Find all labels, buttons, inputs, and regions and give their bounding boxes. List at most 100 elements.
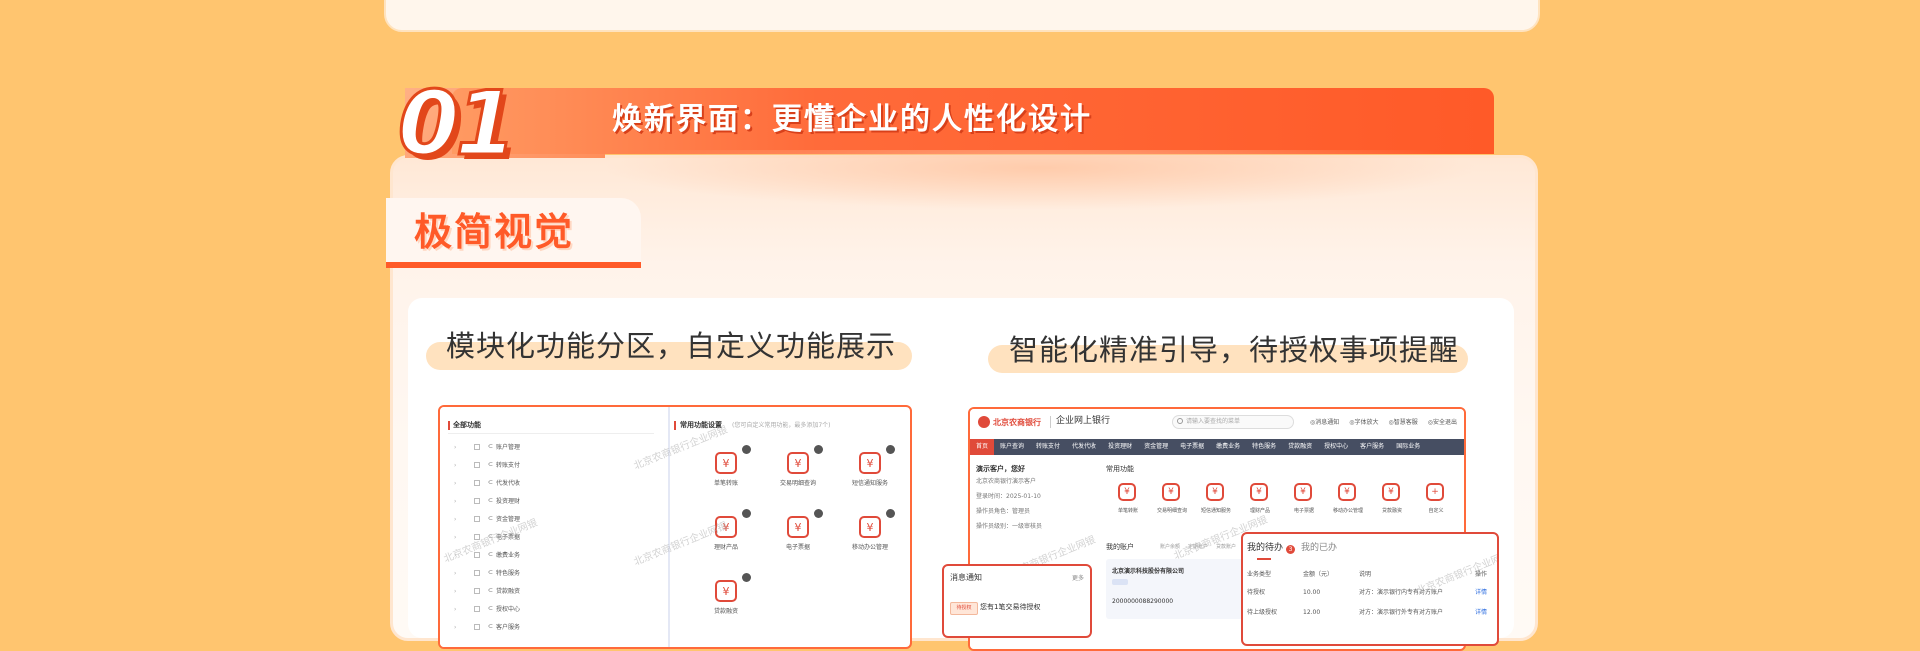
portal-header: 北京农商银行 企业网上银行 请输入要查找的菜单 ◎消息通知 ◎字体放大 ◎智慧客服 ◎…: [970, 409, 1464, 435]
header-link[interactable]: ◎智慧客服: [1389, 418, 1418, 427]
function-item[interactable]: + 自定义: [1414, 481, 1458, 527]
message-more-link[interactable]: 更多: [1072, 574, 1084, 583]
message-label: 消息通知: [950, 573, 982, 582]
tree-item[interactable]: › ⊂ 特色服务: [454, 567, 654, 581]
tree-item[interactable]: › ⊂ 账户管理: [454, 441, 654, 455]
checkbox[interactable]: [474, 624, 480, 630]
function-label: 理财产品: [713, 544, 738, 551]
function-item[interactable]: ¥ 电子票据: [768, 509, 828, 561]
function-icon: ¥: [1250, 483, 1268, 501]
nav-item[interactable]: 转账支付: [1030, 439, 1066, 455]
nav-item[interactable]: 首页: [970, 439, 995, 455]
remove-icon[interactable]: [742, 573, 751, 582]
remove-icon[interactable]: [886, 509, 895, 518]
table-cell: 待上级授权: [1247, 609, 1278, 616]
function-icon: +: [1426, 483, 1444, 501]
tree-item-label: 转账支付: [496, 462, 521, 469]
nav-item[interactable]: 国际业务: [1390, 439, 1426, 455]
tree-item[interactable]: › ⊂ 缴费业务: [454, 549, 654, 563]
checkbox[interactable]: [474, 570, 480, 576]
checkbox[interactable]: [474, 480, 480, 486]
expand-icon: ⊂: [488, 551, 494, 558]
remove-icon[interactable]: [886, 445, 895, 454]
common-functions-hint: (您可自定义常用功能，最多添加7个): [732, 422, 831, 429]
checkbox[interactable]: [474, 516, 480, 522]
pending-count-badge: 3: [1286, 545, 1295, 554]
tree-item[interactable]: › ⊂ 资金管理: [454, 513, 654, 527]
function-item[interactable]: ¥ 交易明细查询: [768, 445, 828, 497]
tree-item[interactable]: › ⊂ 转账支付: [454, 459, 654, 473]
function-item[interactable]: ¥ 贷款融资: [696, 573, 756, 625]
left-subtitle: 模块化功能分区，自定义功能展示: [446, 329, 897, 363]
title-marker: [448, 421, 450, 430]
done-tab[interactable]: 我的已办: [1301, 544, 1337, 553]
expand-icon: ⊂: [488, 605, 494, 612]
function-icon: ¥: [787, 452, 809, 474]
main-nav: 首页 账户查询 转账支付 代发代收 投资理财 资金管理 电子票据 缴费业务 特色服务 贷款融资 授权…: [970, 439, 1464, 455]
tree-item[interactable]: › ⊂ 代发代收: [454, 477, 654, 491]
tree-item[interactable]: › ⊂ 授权中心: [454, 603, 654, 617]
table-cell: 待授权: [1247, 589, 1266, 596]
nav-item[interactable]: 电子票据: [1174, 439, 1210, 455]
nav-item[interactable]: 资金管理: [1138, 439, 1174, 455]
message-popup: 消息通知 更多 待授权 您有1笔交易待授权: [942, 564, 1092, 638]
nav-item[interactable]: 贷款融资: [1282, 439, 1318, 455]
info-line: 操作员级别：一级审核员: [976, 523, 1043, 530]
info-line: 登录时间：2025-01-10: [976, 493, 1041, 500]
expand-icon: ⊂: [488, 497, 494, 504]
checkbox[interactable]: [474, 462, 480, 468]
nav-item[interactable]: 投资理财: [1102, 439, 1138, 455]
function-item[interactable]: ¥ 交易明细查询: [1150, 481, 1194, 527]
function-item[interactable]: ¥ 移动办公管理: [840, 509, 900, 561]
account-number: 2000000088290000: [1112, 598, 1174, 605]
remove-icon[interactable]: [814, 509, 823, 518]
account-card[interactable]: 北京演示科技股份有限公司 2000000088290000: [1106, 559, 1246, 619]
nav-item[interactable]: 代发代收: [1066, 439, 1102, 455]
checkbox[interactable]: [474, 588, 480, 594]
table-row: 待授权 10.00 对方：演示银行内专有对方账户 详情: [1247, 588, 1493, 602]
header-link[interactable]: ◎消息通知: [1310, 418, 1339, 427]
all-functions-label: 全部功能: [453, 421, 481, 429]
tree-item[interactable]: › ⊂ 贷款融资: [454, 585, 654, 599]
nav-item[interactable]: 特色服务: [1246, 439, 1282, 455]
checkbox[interactable]: [474, 444, 480, 450]
header-link[interactable]: ◎安全退出: [1428, 418, 1457, 427]
function-item[interactable]: ¥ 短信通知服务: [840, 445, 900, 497]
remove-icon[interactable]: [742, 509, 751, 518]
title-marker: [674, 421, 676, 430]
function-item[interactable]: ¥ 移动办公管理: [1326, 481, 1370, 527]
nav-item[interactable]: 缴费业务: [1210, 439, 1246, 455]
nav-item[interactable]: 授权中心: [1318, 439, 1354, 455]
function-item[interactable]: ¥ 贷款融资: [1370, 481, 1414, 527]
expand-icon: ⊂: [488, 461, 494, 468]
function-label: 短信通知服务: [1200, 508, 1231, 514]
details-link[interactable]: 详情: [1475, 608, 1487, 617]
function-item[interactable]: ¥ 短信通知服务: [1194, 481, 1238, 527]
checkbox[interactable]: [474, 498, 480, 504]
menu-search-input[interactable]: 请输入要查找的菜单: [1172, 415, 1294, 429]
checkbox[interactable]: [474, 606, 480, 612]
header-link[interactable]: ◎字体放大: [1349, 418, 1378, 427]
tree-item[interactable]: › ⊂ 客户服务: [454, 621, 654, 635]
remove-icon[interactable]: [814, 445, 823, 454]
remove-icon[interactable]: [742, 445, 751, 454]
function-item[interactable]: ¥ 电子票据: [1282, 481, 1326, 527]
nav-item[interactable]: 客户服务: [1354, 439, 1390, 455]
function-label: 交易明细查询: [1156, 508, 1187, 514]
info-line: 北京农商银行演示客户: [976, 478, 1037, 485]
section-title: 焕新界面：更懂企业的人性化设计: [612, 102, 1092, 137]
message-text[interactable]: 您有1笔交易待授权: [980, 603, 1040, 612]
tree-item-label: 缴费业务: [496, 552, 521, 559]
function-label: 电子票据: [1293, 508, 1314, 514]
table-cell: 10.00: [1303, 589, 1321, 596]
pending-tab[interactable]: 我的待办: [1247, 544, 1283, 553]
banner-glow: [600, 150, 1480, 210]
function-icon: ¥: [1382, 483, 1400, 501]
tree-item[interactable]: › ⊂ 投资理财: [454, 495, 654, 509]
nav-item[interactable]: 账户查询: [994, 439, 1030, 455]
function-item[interactable]: ¥ 单笔转账: [1106, 481, 1150, 527]
expand-icon: ⊂: [488, 515, 494, 522]
function-item[interactable]: ¥ 单笔转账: [696, 445, 756, 497]
details-link[interactable]: 详情: [1475, 588, 1487, 597]
company-info: 北京农商银行演示客户 登录时间：2025-01-10 操作员角色：管理员 操作员级别：…: [976, 477, 1042, 537]
